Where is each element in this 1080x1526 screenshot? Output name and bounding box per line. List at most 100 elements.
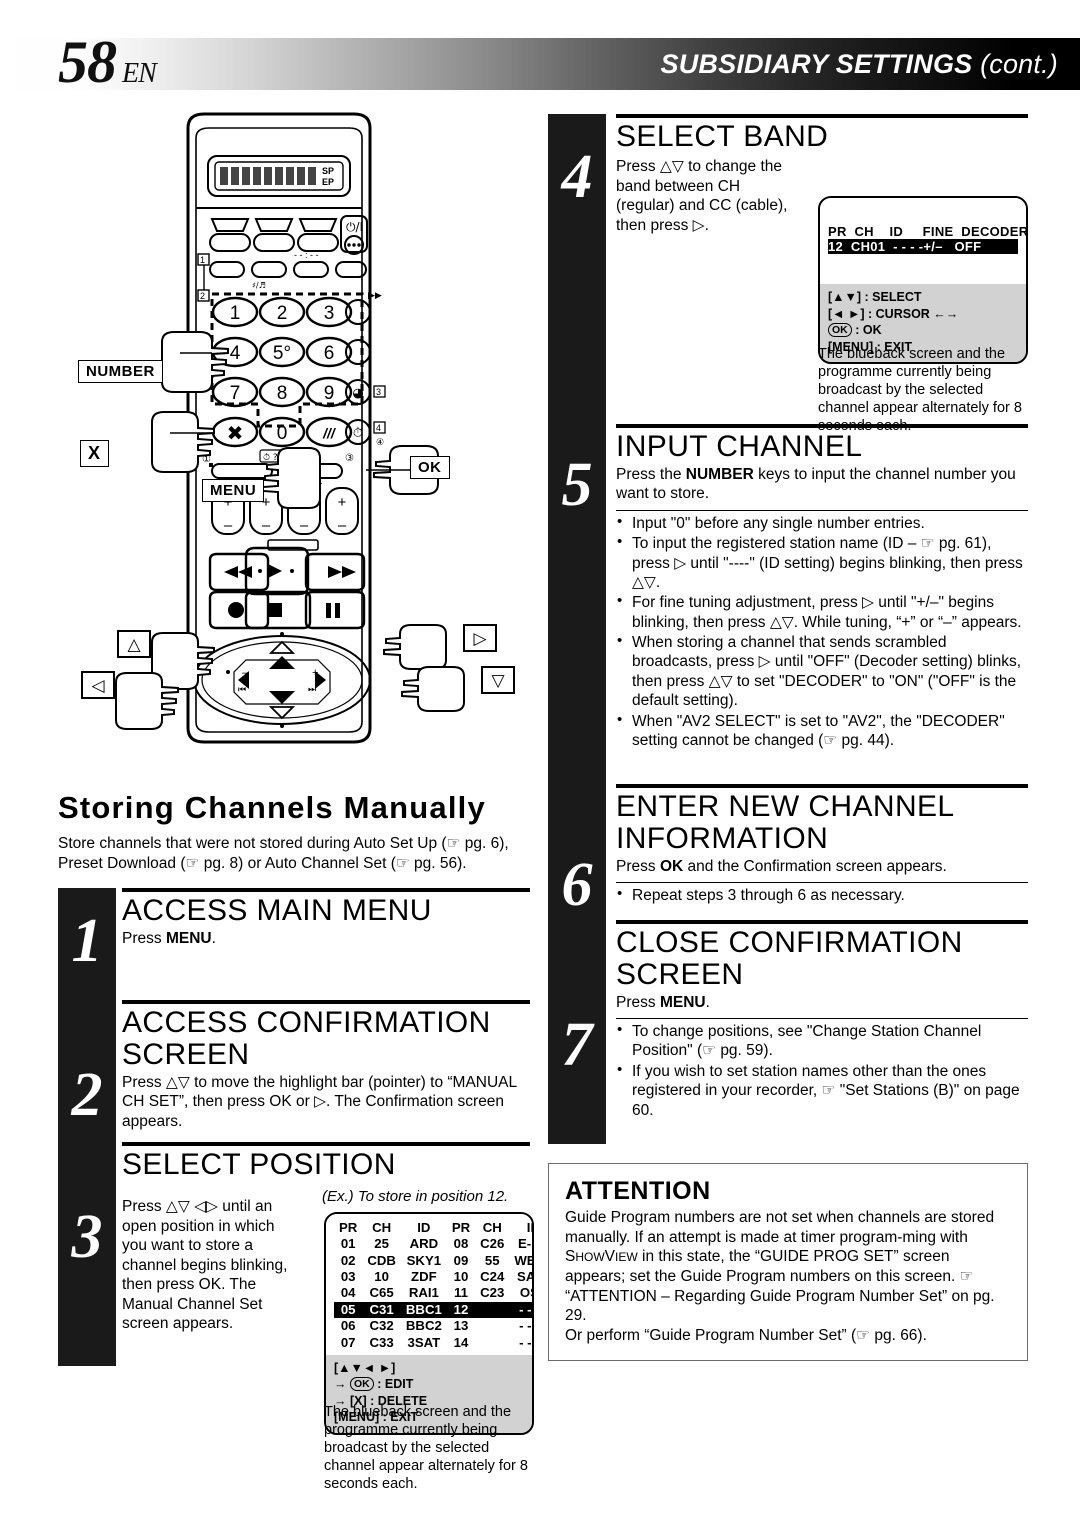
step-3-example-caption: (Ex.) To store in position 12. <box>322 1188 509 1205</box>
osd-table-cell: 11 <box>454 1285 468 1301</box>
svg-text:–: – <box>224 517 233 534</box>
osd-table-cell <box>475 1335 509 1351</box>
step-3-body: Press △▽ ◁▷ until an open position in wh… <box>122 1198 288 1333</box>
step-5-block: INPUT CHANNEL Press the NUMBER keys to i… <box>616 424 1028 751</box>
osd-table-row[interactable]: 03 10 ZDF 10 C24 SAT1 <box>334 1269 532 1285</box>
svg-text:+: + <box>312 667 318 679</box>
osd-table-cell: 09 <box>453 1252 469 1268</box>
osd-table-cell: 14 <box>453 1334 469 1350</box>
osd-table-cell: 25 <box>374 1236 389 1252</box>
osd-table-cell: - - - - <box>519 1318 532 1334</box>
step-6-body-post: and the Confirmation screen appears. <box>683 857 947 875</box>
showview-brand: SHOWVIEW <box>565 1248 638 1265</box>
osd-table-row[interactable]: 07 C33 3SAT 14 - - - - <box>334 1334 532 1351</box>
osd-table-row[interactable]: 05C31BBC112 - - - - <box>334 1301 532 1319</box>
page-number-value: 58 <box>58 29 117 95</box>
osd-ms-legend-ok: OK : OK <box>828 322 1018 339</box>
step-6-block: ENTER NEW CHANNEL INFORMATION Press OK a… <box>616 784 1028 906</box>
step-number-2: 2 <box>71 1061 103 1129</box>
osd-table-cell: C31 <box>362 1301 401 1319</box>
svg-text:–: – <box>300 517 309 534</box>
step-6-body-bold: OK <box>659 857 684 875</box>
attention-box: ATTENTION Guide Program numbers are not … <box>548 1163 1028 1361</box>
step-3-heading: SELECT POSITION <box>122 1148 396 1181</box>
osd-table-row[interactable]: 06 C32 BBC2 13 - - - - <box>334 1318 532 1334</box>
key-3: 3 <box>324 303 335 324</box>
osd-table-cell: 10 <box>453 1269 469 1285</box>
page-language: EN <box>122 58 157 89</box>
step-bullet: Repeat steps 3 through 6 as necessary. <box>616 885 1028 905</box>
step-2-rule <box>122 1000 530 1004</box>
step-4-note: The blueback screen and the programme cu… <box>818 345 1022 435</box>
step-7-body-bold: MENU <box>659 993 706 1011</box>
step-bullet: For fine tuning adjustment, press ▷ unti… <box>616 592 1028 632</box>
step-1-body-bold: MENU <box>165 929 212 947</box>
callout-left-arrow: ◁ <box>91 676 105 696</box>
step-1-block: ACCESS MAIN MENU Press MENU. <box>122 888 530 948</box>
key-6: 6 <box>324 343 335 364</box>
osd-table-row[interactable]: 04 C65 RAI1 11 C23 OSF <box>334 1285 532 1301</box>
step-number-5: 5 <box>561 451 593 519</box>
step-2-body: Press △▽ to move the highlight bar (poin… <box>122 1073 517 1130</box>
svg-text:1: 1 <box>200 255 205 265</box>
osd-legend-edit: → OK : EDIT <box>334 1377 414 1392</box>
key-5: 5° <box>273 343 291 364</box>
svg-text:⏱: ⏱ <box>353 426 363 441</box>
osd-table-cell: 3SAT <box>407 1334 441 1350</box>
step-1-body-post: . <box>211 929 216 947</box>
ok-badge-icon-2: OK <box>828 323 852 337</box>
svg-text:2: 2 <box>200 291 205 301</box>
osd-table-row[interactable]: 02 CDB SKY1 09 55 WEST <box>334 1252 534 1269</box>
step-7-block: CLOSE CONFIRMATION SCREEN Press MENU. To… <box>616 920 1028 1121</box>
osd-legend-edit-text: : EDIT <box>377 1377 414 1392</box>
page-title-main: SUBSIDIARY SETTINGS <box>660 49 973 79</box>
step-5-body-pre: Press the <box>616 465 686 483</box>
lcd-sp-label: SP <box>322 166 334 176</box>
osd-table-cell: WEST <box>514 1252 534 1268</box>
osd-ms-legend-cursor: [◄ ►] : CURSOR ←→ <box>828 306 959 321</box>
step-number-4: 4 <box>561 143 593 211</box>
svg-text:④: ④ <box>376 437 384 447</box>
callout-menu-label: MENU <box>202 479 265 502</box>
osd-table-cell: 10 <box>374 1269 389 1285</box>
brand-iew: IEW <box>615 1250 638 1265</box>
step-1-body: Press MENU. <box>122 929 530 949</box>
osd-table-cell: BBC2 <box>405 1318 442 1334</box>
osd-table-row[interactable]: 01 25 ARD 08 C26 E-SP <box>334 1236 532 1252</box>
osd-table-cell: 08 <box>453 1236 469 1252</box>
osd-table-cell: ZDF <box>411 1269 437 1285</box>
svg-text:+: + <box>338 494 347 511</box>
osd-table-cell <box>475 1318 509 1334</box>
svg-text:▶▶: ▶▶ <box>368 291 382 301</box>
step-7-body-post: . <box>705 993 710 1011</box>
step-number-7: 7 <box>561 1011 593 1079</box>
osd-manual-set-row: 12 CH01 - - - -+/– OFF <box>828 239 1018 254</box>
step-5-heading: INPUT CHANNEL <box>616 430 863 463</box>
key-9: 9 <box>324 383 335 404</box>
osd-col-header: ID <box>526 1220 532 1235</box>
step-6-rule <box>616 784 1028 788</box>
osd-manual-set-table-wrap: PR CH ID FINE DECODER 12 CH01 - - - -+/–… <box>820 198 1026 284</box>
svg-text:③: ③ <box>345 453 354 464</box>
osd-table-cell: C65 <box>369 1285 394 1301</box>
osd-table-cell: 01 <box>340 1236 356 1252</box>
brand-v: V <box>604 1248 616 1266</box>
step-1-body-pre: Press <box>122 929 166 947</box>
key-7: 7 <box>230 383 241 404</box>
osd-col-header: PR <box>451 1220 471 1235</box>
key-1: 1 <box>230 303 241 324</box>
osd-table-cell: C23 <box>480 1285 505 1301</box>
osd-table-cell: C24 <box>480 1269 505 1285</box>
key-2: 2 <box>277 303 288 324</box>
step-number-6: 6 <box>561 851 593 919</box>
step-bullet: When storing a channel that sends scramb… <box>616 632 1028 711</box>
brand-s: S <box>565 1248 576 1266</box>
osd-table-cell: - - - - <box>519 1334 532 1350</box>
attention-line1: Guide Program numbers are not set when c… <box>565 1209 995 1246</box>
osd-table-cell: C32 <box>369 1318 394 1334</box>
step-3-rule <box>122 1142 530 1146</box>
section-title: Storing Channels Manually <box>58 790 486 825</box>
callout-ok-label: OK <box>410 456 450 479</box>
step-7-body-pre: Press <box>616 993 660 1011</box>
step-7-heading: CLOSE CONFIRMATION SCREEN <box>616 926 963 991</box>
